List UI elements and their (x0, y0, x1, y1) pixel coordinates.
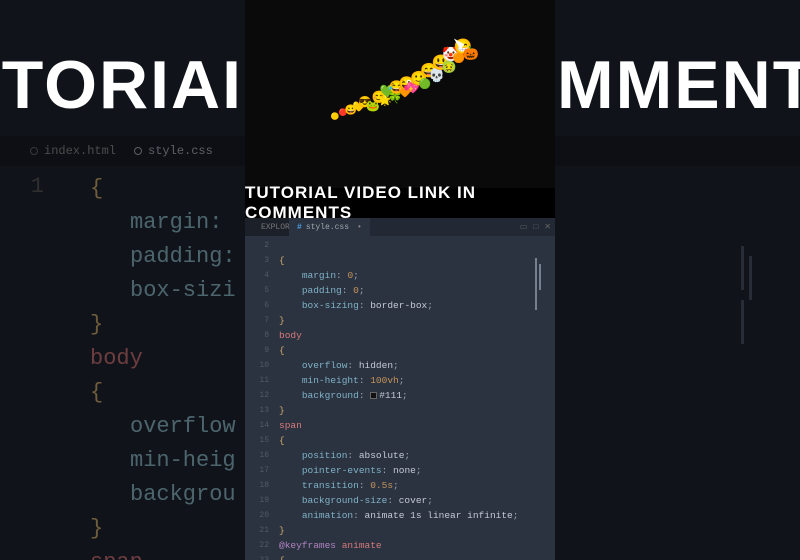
line-number: 11 (245, 373, 269, 388)
line-number: 4 (245, 268, 269, 283)
fg-tab-style[interactable]: # style.css • (289, 218, 370, 236)
line-number: 2 (245, 238, 269, 253)
line-number: 20 (245, 508, 269, 523)
color-swatch-icon (370, 392, 377, 399)
css-prop: pointer-events (302, 465, 382, 476)
css-prop: animation (302, 510, 353, 521)
line-number: 9 (245, 343, 269, 358)
fg-gutter: 23456789101112131415161718192021222324 (245, 236, 275, 560)
line-number: 22 (245, 538, 269, 553)
css-prop: position (302, 450, 348, 461)
line-number: 18 (245, 478, 269, 493)
css-selector: span (279, 420, 302, 431)
css-prop: background-size (302, 495, 388, 506)
line-number: 12 (245, 388, 269, 403)
css-selector: body (279, 330, 302, 341)
line-number: 7 (245, 313, 269, 328)
split-icon[interactable]: ▭ (520, 222, 528, 232)
emoji-particle: 🎃 (463, 48, 479, 61)
line-number: 3 (245, 253, 269, 268)
css-prop: background (302, 390, 359, 401)
line-number: 14 (245, 418, 269, 433)
line-number: 19 (245, 493, 269, 508)
emoji-swarm: 🟡🔴😀💛😎🐸😊🌟💚🍀😂🧡😜💖🙂🟢😄💀😃🤢🤡🟠😁🎃 (245, 0, 555, 188)
bg-gutter: 1 (0, 166, 60, 560)
text-cursor-icon (539, 264, 541, 290)
radio-icon (134, 147, 142, 155)
css-prop: overflow (302, 360, 348, 371)
tab-modified-dot: • (357, 223, 362, 232)
brace: { (279, 435, 285, 446)
caption-text: TUTORIAL VIDEO LINK IN COMMENTS (245, 183, 555, 223)
css-at-rule: @keyframes (279, 540, 336, 551)
bg-tab-style[interactable]: style.css (134, 144, 213, 158)
text-cursor-icon (749, 256, 752, 300)
line-number: 23 (245, 553, 269, 560)
css-value: 100vh (370, 375, 399, 386)
css-prop: min-height (302, 375, 359, 386)
css-prop: margin (302, 270, 336, 281)
caption-text: TUTORIAI (0, 46, 243, 124)
css-value: hidden (359, 360, 393, 371)
css-value: 0.5s (370, 480, 393, 491)
demo-preview: 🟡🔴😀💛😎🐸😊🌟💚🍀😂🧡😜💖🙂🟢😄💀😃🤢🤡🟠😁🎃 (245, 0, 555, 188)
line-number: 8 (245, 328, 269, 343)
css-value: border-box (370, 300, 427, 311)
bg-tab-label: index.html (44, 144, 116, 158)
line-number: 17 (245, 463, 269, 478)
brace: { (279, 555, 285, 560)
keyframes-name: animate (342, 540, 382, 551)
line-number: 15 (245, 433, 269, 448)
fg-tab-bar: EXPLORER # style.css • ▭ □ ✕ (245, 218, 555, 236)
fg-code[interactable]: { margin: 0; padding: 0; box-sizing: bor… (279, 236, 549, 560)
foreground-editor: EXPLORER # style.css • ▭ □ ✕ 23456789101… (245, 218, 555, 560)
css-value: none (393, 465, 416, 476)
css-value: #111 (379, 390, 402, 401)
brace: } (279, 315, 285, 326)
line-number: 1 (0, 174, 44, 199)
line-number: 6 (245, 298, 269, 313)
radio-icon (30, 147, 38, 155)
more-icon[interactable]: ✕ (544, 222, 551, 232)
caption-bar: TUTORIAL VIDEO LINK IN COMMENTS (245, 188, 555, 218)
brace: } (279, 405, 285, 416)
side-caption-left: TUTORIAI (0, 40, 245, 130)
css-prop: transition (302, 480, 359, 491)
line-number: 5 (245, 283, 269, 298)
css-value: animate 1s linear infinite (365, 510, 513, 521)
maximize-icon[interactable]: □ (533, 223, 538, 232)
brace: { (279, 255, 285, 266)
css-prop: padding (302, 285, 342, 296)
fg-tab-label: style.css (306, 223, 349, 232)
caption-text: MMENTS (557, 46, 800, 124)
css-value: cover (399, 495, 428, 506)
bg-tab-index[interactable]: index.html (30, 144, 116, 158)
fg-explorer-label[interactable]: EXPLORER (245, 218, 289, 236)
window-controls: ▭ □ ✕ (520, 218, 551, 236)
bg-tab-label: style.css (148, 144, 213, 158)
brace: } (279, 525, 285, 536)
css-value: absolute (359, 450, 405, 461)
line-number: 10 (245, 358, 269, 373)
line-number: 16 (245, 448, 269, 463)
css-file-icon: # (297, 223, 302, 232)
brace: { (279, 345, 285, 356)
line-number: 21 (245, 523, 269, 538)
line-number: 13 (245, 403, 269, 418)
side-caption-right: MMENTS (555, 40, 800, 130)
css-prop: box-sizing (302, 300, 359, 311)
